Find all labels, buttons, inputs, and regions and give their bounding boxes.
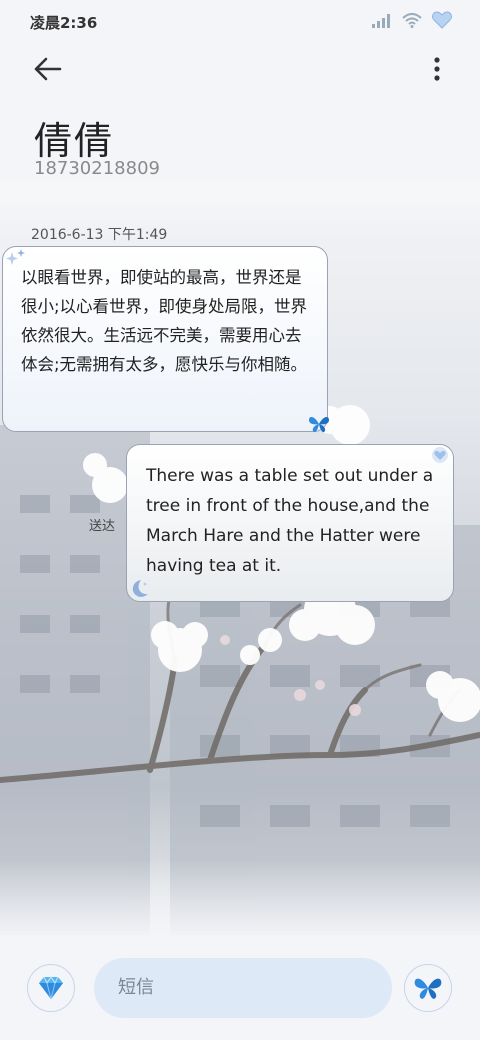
status-bar: 凌晨2:36 [0,0,480,40]
butterfly-send-icon [414,978,442,999]
sparkle-star-icon [4,248,28,274]
send-button[interactable] [404,964,452,1012]
back-arrow-icon [34,57,62,81]
more-vertical-icon [434,57,440,81]
background-fade-bottom [0,860,480,940]
status-icons [372,11,452,33]
back-button[interactable] [32,54,68,84]
incoming-message-text: 以眼看世界，即使站的最高，世界还是很小;以心看世界，即使身处局限，世界依然很大。… [21,268,308,374]
contact-name: 倩倩 [34,119,115,163]
wifi-icon [402,12,422,32]
butterfly-icon [307,414,331,438]
delivery-status: 送达 [89,519,116,534]
heart-badge-icon [430,446,450,468]
message-timestamp: 2016-6-13 下午1:49 [31,227,168,243]
battery-heart-icon [432,11,452,33]
message-input[interactable]: 短信 [94,958,392,1018]
message-input-placeholder: 短信 [118,977,154,998]
incoming-message-bubble[interactable]: 以眼看世界，即使站的最高，世界还是很小;以心看世界，即使身处局限，世界依然很大。… [2,246,328,432]
outgoing-message-text: There was a table set out under a tree i… [146,466,434,576]
outgoing-message-bubble[interactable]: There was a table set out under a tree i… [126,444,454,602]
status-time: 凌晨2:36 [30,14,98,32]
more-options-button[interactable] [432,56,442,82]
attachment-button[interactable] [27,964,75,1012]
signal-icon [372,13,392,32]
contact-phone-number: 18730218809 [34,158,160,179]
crescent-moon-icon [127,578,151,604]
diamond-icon [39,975,63,1000]
